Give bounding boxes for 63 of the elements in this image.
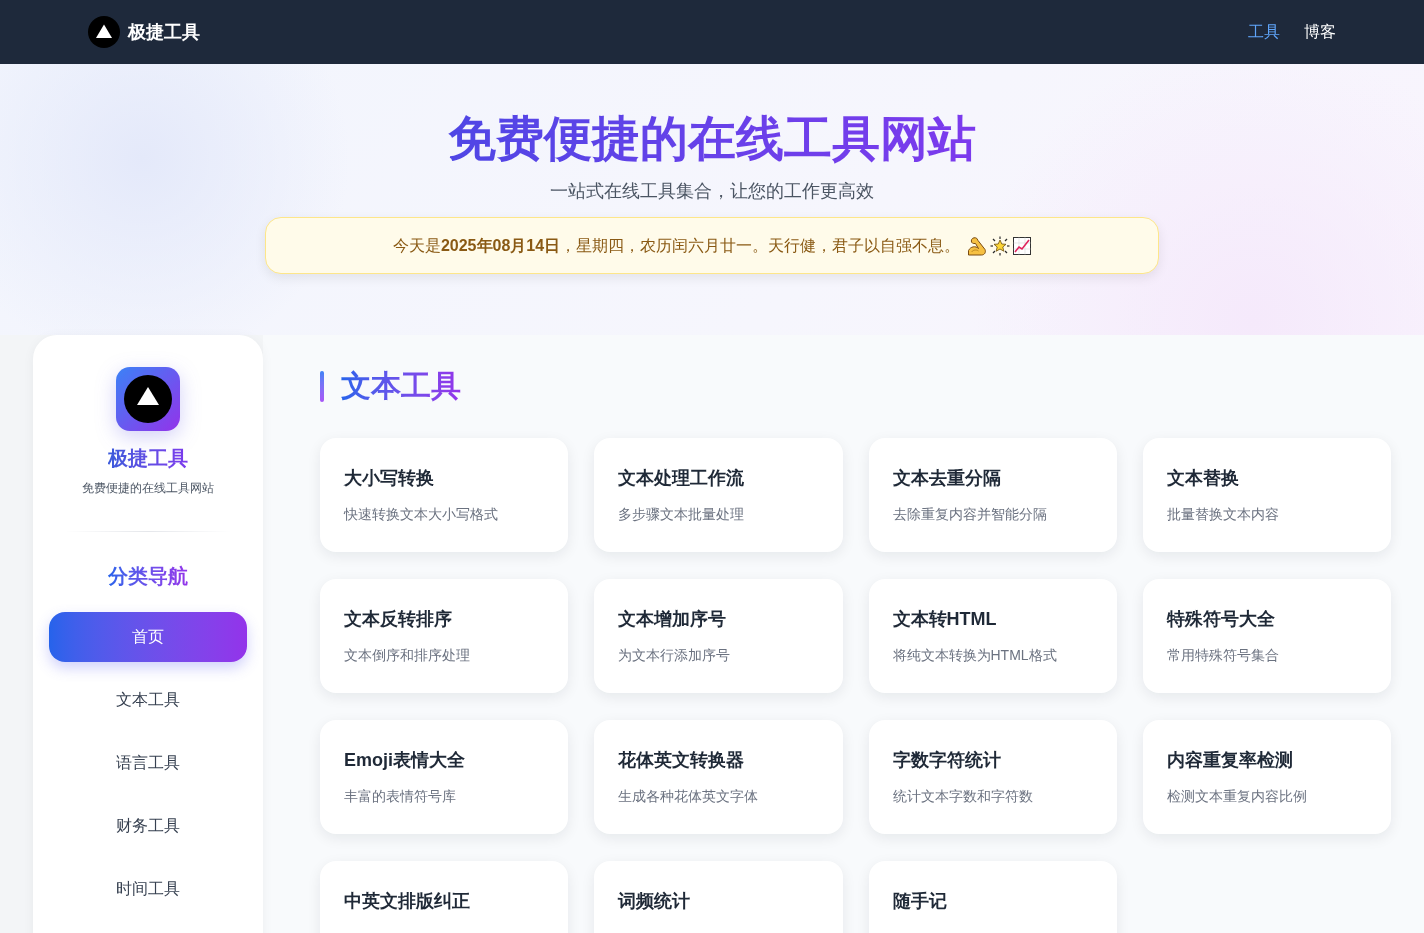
tool-description: 生成各种花体英文字体 <box>618 787 760 806</box>
category-nav-item[interactable]: 语言工具 <box>49 738 247 788</box>
tool-description: 去除重复内容并智能分隔 <box>892 505 1048 524</box>
tool-card[interactable]: 文本转HTML 将纯文本转换为HTML格式 <box>868 579 1117 693</box>
tool-card[interactable]: 文本处理工作流 多步骤文本批量处理 <box>594 438 843 552</box>
hero-title: 免费便捷的在线工具网站 <box>448 111 976 167</box>
sidebar-tagline: 免费便捷的在线工具网站 <box>82 480 214 496</box>
tool-card[interactable]: 内容重复率检测 检测文本重复内容比例 <box>1142 720 1391 834</box>
tool-description: 检测文本重复内容比例 <box>1166 787 1308 806</box>
tool-card[interactable]: 文本替换 批量替换文本内容 <box>1142 438 1391 552</box>
tool-title: 文本替换 <box>1166 467 1240 490</box>
tool-description: 统计文本字数和字符数 <box>892 787 1034 806</box>
tool-title: 随手记 <box>892 890 948 913</box>
tool-card[interactable]: Emoji表情大全 丰富的表情符号库 <box>320 720 569 834</box>
tool-card[interactable]: 随手记 <box>868 861 1117 933</box>
tool-description: 将纯文本转换为HTML格式 <box>892 646 1058 665</box>
section-title: 文本工具 <box>341 368 461 404</box>
category-nav-item[interactable]: 首页 <box>49 612 247 662</box>
tool-card[interactable]: 大小写转换 快速转换文本大小写格式 <box>320 438 569 552</box>
category-nav-item[interactable]: 财务工具 <box>49 801 247 851</box>
tool-description: 快速转换文本大小写格式 <box>344 505 499 524</box>
hero-subtitle: 一站式在线工具集合，让您的工作更高效 <box>550 180 874 203</box>
glowing-star-icon <box>990 235 1011 256</box>
tool-card[interactable]: 文本增加序号 为文本行添加序号 <box>594 579 843 693</box>
brand-name: 极捷工具 <box>128 20 200 44</box>
tool-title: 内容重复率检测 <box>1166 749 1294 772</box>
tool-title: 文本处理工作流 <box>618 467 746 490</box>
flexed-arm-icon <box>967 235 988 256</box>
nav-link[interactable]: 博客 <box>1304 20 1336 44</box>
tool-title: 文本增加序号 <box>618 608 728 631</box>
tool-card[interactable]: 特殊符号大全 常用特殊符号集合 <box>1142 579 1391 693</box>
tool-card[interactable]: 字数字符统计 统计文本字数和字符数 <box>868 720 1117 834</box>
tool-title: 文本反转排序 <box>344 608 453 631</box>
date-text: 今天是2025年08月14日，星期四，农历闰六月廿一。天行健，君子以自强不息。 <box>392 235 961 256</box>
tool-title: 大小写转换 <box>344 467 435 490</box>
tool-description: 批量替换文本内容 <box>1166 505 1280 524</box>
sidebar-brand: 极捷工具 <box>108 445 188 471</box>
category-nav-item[interactable]: 文本工具 <box>49 675 247 725</box>
tool-description: 多步骤文本批量处理 <box>618 505 746 524</box>
nav-heading: 分类导航 <box>108 563 188 589</box>
tool-title: 字数字符统计 <box>892 749 1002 772</box>
tool-card[interactable]: 词频统计 <box>594 861 843 933</box>
tool-title: 花体英文转换器 <box>618 749 746 772</box>
accent-bar <box>320 370 324 402</box>
tool-description: 常用特殊符号集合 <box>1166 646 1280 665</box>
tool-title: Emoji表情大全 <box>344 749 466 772</box>
nav-link[interactable]: 工具 <box>1248 20 1280 44</box>
logo-icon <box>88 16 120 48</box>
category-nav-item[interactable]: 时间工具 <box>49 864 247 914</box>
tool-title: 文本去重分隔 <box>892 467 1002 490</box>
tool-card[interactable]: 文本去重分隔 去除重复内容并智能分隔 <box>868 438 1117 552</box>
tool-title: 文本转HTML <box>892 608 998 631</box>
tool-title: 中英文排版纠正 <box>344 890 471 913</box>
logo-icon <box>116 367 180 431</box>
tool-description: 文本倒序和排序处理 <box>344 646 471 665</box>
tool-card[interactable]: 中英文排版纠正 <box>320 861 569 933</box>
rising-chart-icon <box>1013 236 1032 255</box>
tool-card[interactable]: 花体英文转换器 生成各种花体英文字体 <box>594 720 843 834</box>
tool-description: 丰富的表情符号库 <box>344 787 457 806</box>
tool-title: 词频统计 <box>618 890 692 913</box>
tool-title: 特殊符号大全 <box>1166 608 1276 631</box>
tool-card[interactable]: 文本反转排序 文本倒序和排序处理 <box>320 579 569 693</box>
tool-description: 为文本行添加序号 <box>618 646 732 665</box>
